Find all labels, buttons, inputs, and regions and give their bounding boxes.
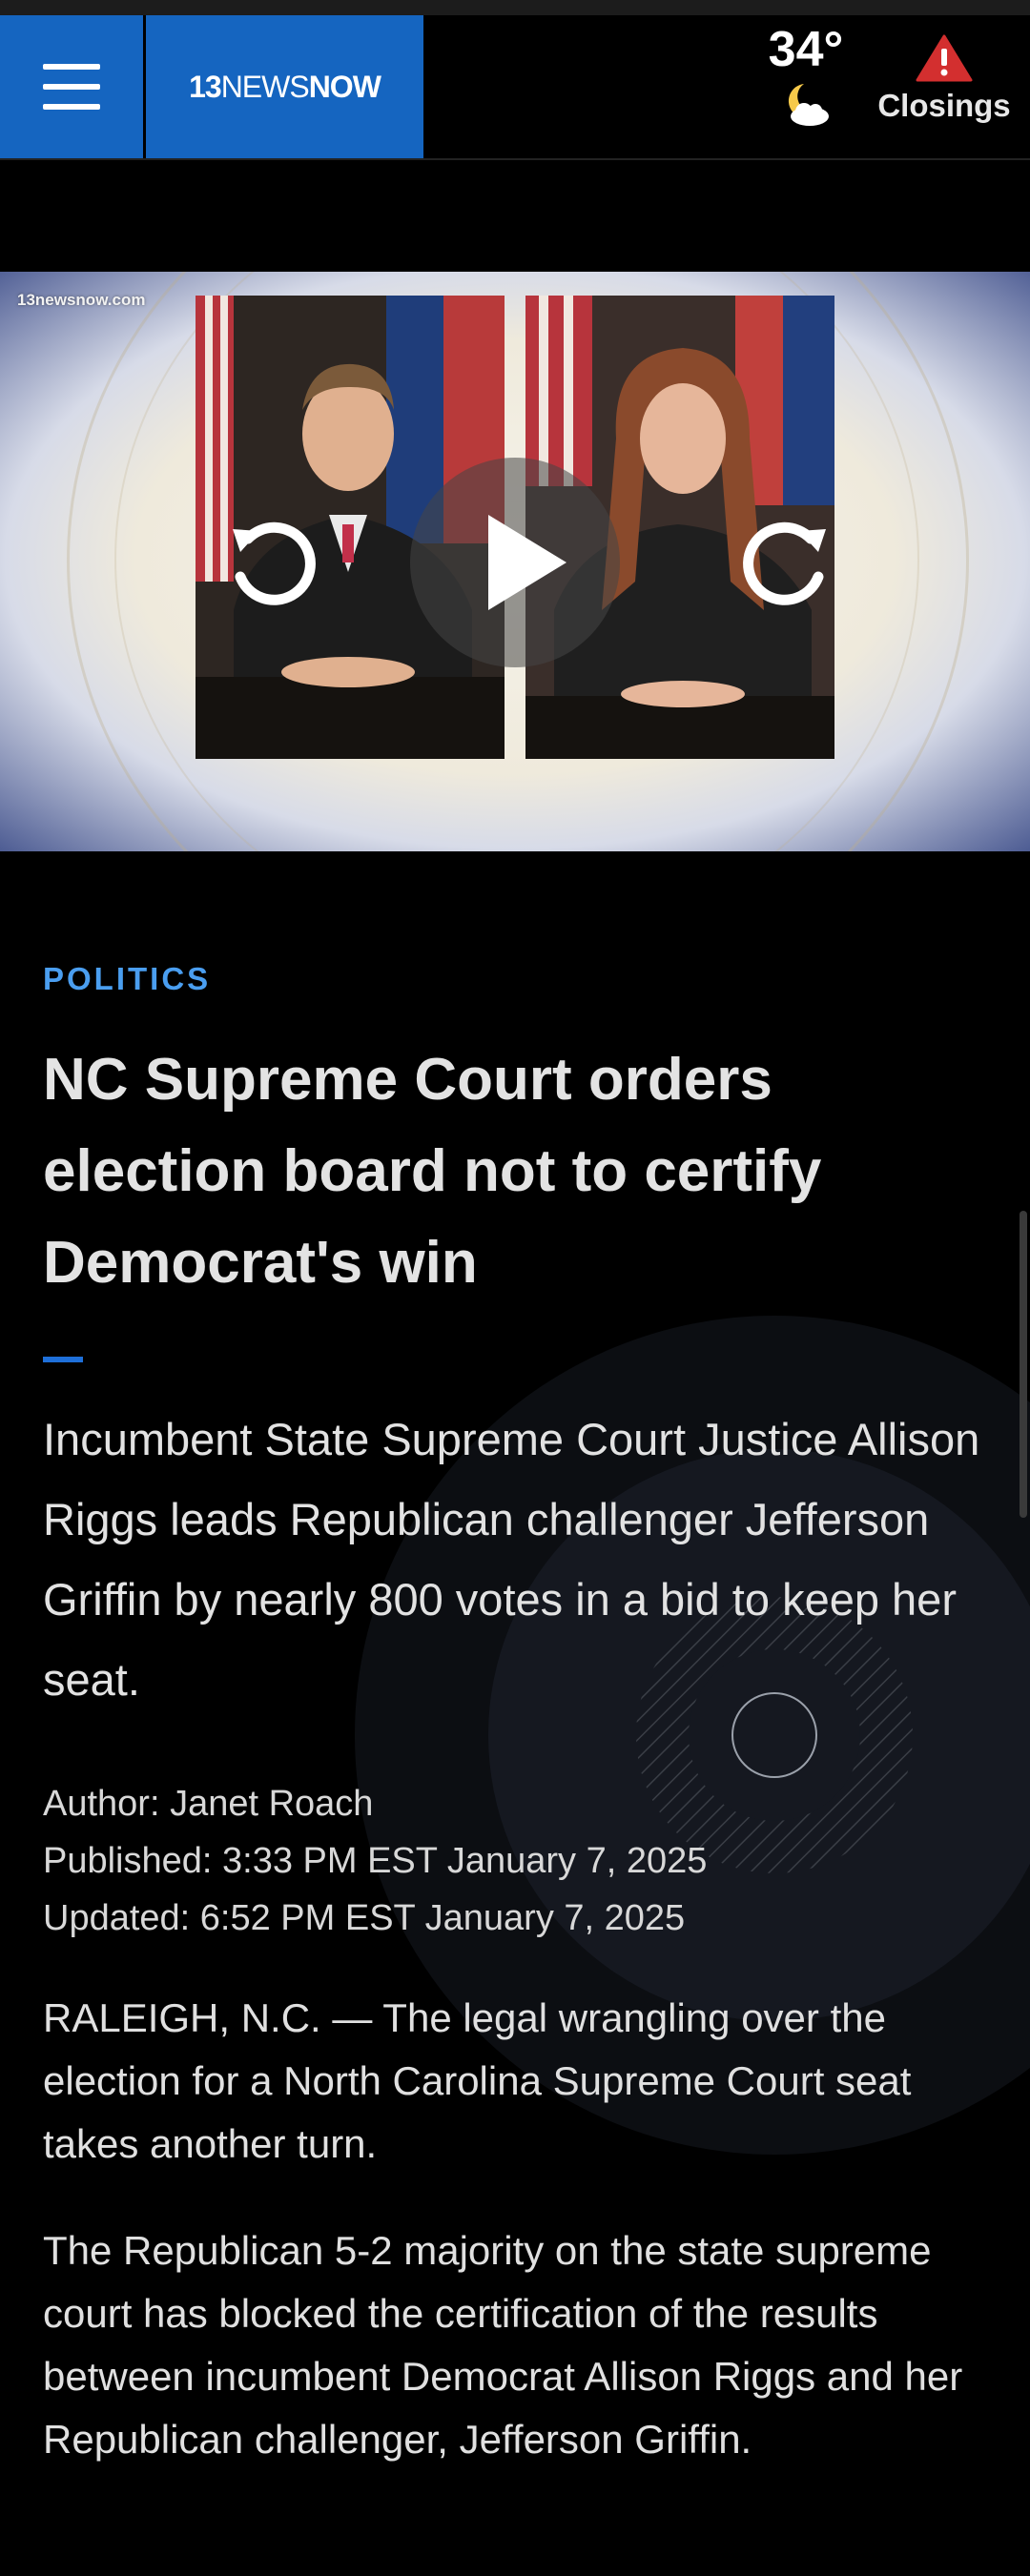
video-player[interactable]: 13newsnow.com [0, 272, 1030, 851]
closings-button[interactable]: Closings [873, 34, 1016, 149]
temperature: 34° [768, 22, 844, 77]
headline-divider [43, 1357, 83, 1362]
play-button[interactable] [410, 458, 620, 667]
weather-widget[interactable]: 34° [753, 21, 858, 154]
updated-line: Updated: 6:52 PM EST January 7, 2025 [43, 1898, 686, 1938]
published-line: Published: 3:33 PM EST January 7, 2025 [43, 1841, 708, 1881]
author-line: Author: Janet Roach [43, 1784, 374, 1824]
article-paragraph: RALEIGH, N.C. — The legal wrangling over… [43, 1995, 912, 2166]
logo-number: 13 [189, 69, 222, 104]
site-logo[interactable]: 13NEWSNOW [146, 15, 423, 158]
article-headline: NC Supreme Court orders election board n… [43, 1047, 822, 1296]
forward-icon[interactable] [734, 510, 839, 615]
video-watermark: 13newsnow.com [17, 291, 146, 309]
hamburger-line [43, 84, 100, 90]
article-paragraph: The Republican 5-2 majority on the state… [43, 2228, 963, 2462]
article-category[interactable]: POLITICS [43, 961, 211, 997]
article-meta: Author: Janet Roach Published: 3:33 PM E… [43, 1775, 707, 1947]
hamburger-line [43, 104, 100, 110]
closings-label: Closings [877, 88, 1011, 123]
play-icon [488, 515, 566, 610]
site-header: 13NEWSNOW 34° Closings [0, 15, 1030, 160]
moon-cloud-icon [788, 84, 829, 126]
status-bar [0, 0, 1030, 15]
menu-button[interactable] [0, 15, 143, 158]
logo-news: NEWS [220, 69, 310, 104]
alert-triangle-icon [916, 34, 973, 82]
article-dek: Incumbent State Supreme Court Justice Al… [43, 1414, 980, 1705]
scrollbar-thumb[interactable] [1020, 1211, 1027, 1518]
logo-text: 13NEWSNOW [189, 70, 381, 105]
logo-now: NOW [308, 69, 381, 104]
rewind-icon[interactable] [219, 510, 324, 615]
hamburger-line [43, 64, 100, 70]
